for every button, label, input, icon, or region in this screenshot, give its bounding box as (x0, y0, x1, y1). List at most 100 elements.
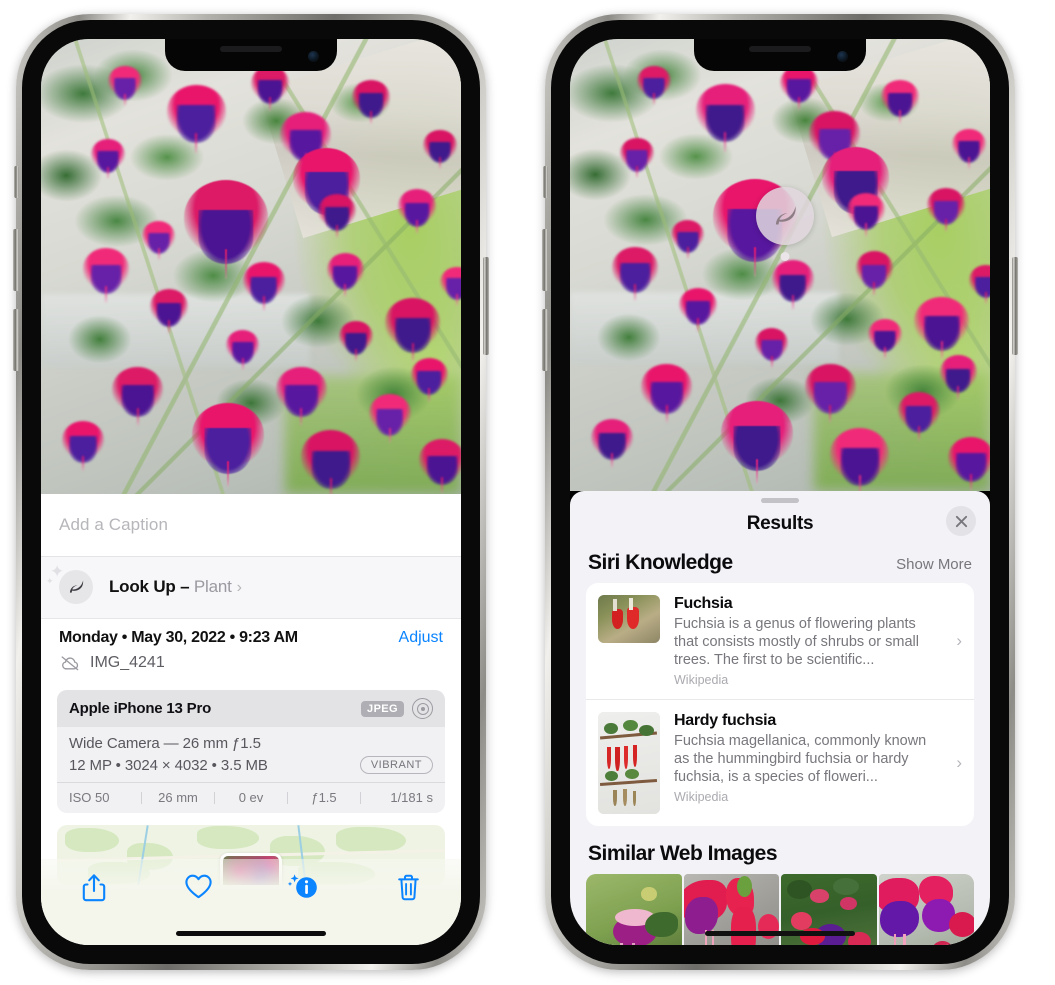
flower-blossom (855, 251, 894, 296)
results-title: Results (746, 513, 814, 534)
flower-stamen (455, 293, 458, 306)
flower-stamen (268, 97, 271, 111)
flower-blossom (952, 129, 986, 169)
flower-stamen (611, 452, 613, 468)
flower-stamen (441, 477, 444, 494)
knowledge-source: Wikipedia (674, 790, 729, 804)
knowledge-text: Fuchsia Fuchsia is a genus of flowering … (660, 595, 962, 687)
exif-shutter: 1/181 s (390, 790, 433, 805)
flower-blossom (679, 287, 717, 332)
flower-blossom (83, 248, 130, 303)
flower-stamen (354, 348, 357, 361)
flower-blossom (612, 246, 659, 301)
flower-stamen (652, 93, 655, 106)
similar-web-images-header: Similar Web Images (570, 826, 990, 874)
section-title-siri-knowledge: Siri Knowledge (588, 551, 733, 574)
trash-icon (398, 874, 419, 901)
specs-line: 12 MP • 3024 × 4032 • 3.5 MB (69, 756, 268, 774)
iphone-left: Add a Caption ✦ ✦ Look Up – Plant › Mond… (13, 14, 489, 970)
flower-stamen (984, 292, 987, 305)
flower-stamen (224, 248, 227, 279)
device-name: Apple iPhone 13 Pro (69, 700, 212, 717)
flower-stamen (753, 247, 756, 278)
flower-blossom (351, 79, 390, 125)
flower-stamen (865, 223, 868, 237)
flower-stamen (300, 407, 303, 426)
siri-knowledge-header: Siri Knowledge Show More (570, 545, 990, 583)
flower-blossom (927, 188, 965, 233)
flower-blossom (897, 391, 940, 441)
flower-blossom (805, 364, 856, 424)
power-button[interactable] (1012, 257, 1018, 355)
flower-stamen (329, 478, 332, 494)
chevron-right-icon: › (956, 753, 962, 772)
flower-blossom (339, 321, 373, 361)
volume-down-button[interactable] (542, 309, 548, 371)
flower-blossom (251, 66, 289, 111)
flower-stamen (438, 157, 441, 170)
similar-image-thumb[interactable] (586, 874, 682, 945)
camera-card-body: Wide Camera — 26 mm ƒ1.5 12 MP • 3024 × … (57, 727, 445, 782)
adjust-button[interactable]: Adjust (399, 629, 443, 647)
flower-blossom (721, 400, 793, 485)
flower-blossom (112, 366, 163, 426)
volume-down-button[interactable] (13, 309, 19, 371)
flower-blossom (939, 355, 978, 400)
mute-switch[interactable] (543, 166, 548, 198)
cloud-slash-icon (61, 656, 79, 671)
screen-right: Results Siri Knowledge Show More Fuchsia… (570, 39, 990, 945)
format-badge: JPEG (361, 700, 404, 717)
flower-blossom (192, 403, 264, 487)
flower-stamen (858, 475, 861, 491)
flower-stamen (940, 340, 943, 361)
delete-button[interactable] (356, 873, 461, 903)
flower-blossom (398, 189, 436, 234)
exif-ev: 0 ev (238, 790, 264, 805)
exif-iso: ISO 50 (69, 790, 110, 805)
close-button[interactable] (946, 506, 976, 536)
photo-date: Monday • May 30, 2022 • 9:23 AM (59, 629, 298, 646)
chevron-right-icon: › (956, 631, 962, 650)
knowledge-row[interactable]: Hardy fuchsia Fuchsia magellanica, commo… (586, 699, 974, 826)
visual-look-up-badge[interactable] (756, 187, 814, 261)
photo-viewer[interactable] (41, 39, 461, 494)
flower-blossom (948, 436, 990, 491)
home-indicator[interactable] (705, 931, 855, 936)
flower-blossom (847, 192, 885, 237)
camera-info-card[interactable]: Apple iPhone 13 Pro JPEG Wide Camera — 2… (57, 690, 445, 813)
look-up-row[interactable]: ✦ ✦ Look Up – Plant › (41, 557, 461, 618)
flower-stamen (636, 165, 639, 178)
results-sheet: Results Siri Knowledge Show More Fuchsia… (570, 491, 990, 945)
photo-viewer[interactable] (570, 39, 990, 491)
share-button[interactable] (41, 873, 146, 903)
volume-up-button[interactable] (542, 229, 548, 291)
volume-up-button[interactable] (13, 229, 19, 291)
show-more-button[interactable]: Show More (896, 556, 972, 573)
flower-blossom (385, 298, 440, 363)
similar-image-thumb[interactable] (878, 874, 974, 945)
favorite-button[interactable] (146, 873, 251, 900)
flower-blossom (423, 130, 457, 170)
info-button[interactable] (251, 873, 356, 903)
visual-look-up-pointer (780, 252, 790, 261)
share-icon (82, 874, 105, 902)
flower-stamen (388, 428, 391, 444)
flower-stamen (883, 346, 886, 359)
power-button[interactable] (483, 257, 489, 355)
flower-blossom (591, 418, 633, 468)
chevron-right-icon: › (236, 579, 242, 596)
home-indicator[interactable] (176, 931, 326, 936)
exif-row: ISO 50 26 mm 0 ev ƒ1.5 1/181 s (57, 782, 445, 813)
results-header: Results (570, 503, 990, 545)
photo-info-sheet: Add a Caption ✦ ✦ Look Up – Plant › Mond… (41, 494, 461, 945)
flower-blossom (276, 366, 327, 426)
look-up-subject: Plant (193, 577, 232, 596)
lens-line: Wide Camera — 26 mm ƒ1.5 (69, 735, 261, 752)
exif-aperture: ƒ1.5 (311, 790, 337, 805)
exif-focal: 26 mm (158, 790, 198, 805)
mute-switch[interactable] (14, 166, 19, 198)
caption-placeholder: Add a Caption (59, 515, 169, 534)
knowledge-row[interactable]: Fuchsia Fuchsia is a genus of flowering … (586, 583, 974, 699)
caption-field-row[interactable]: Add a Caption (41, 494, 461, 557)
flower-stamen (415, 220, 418, 234)
